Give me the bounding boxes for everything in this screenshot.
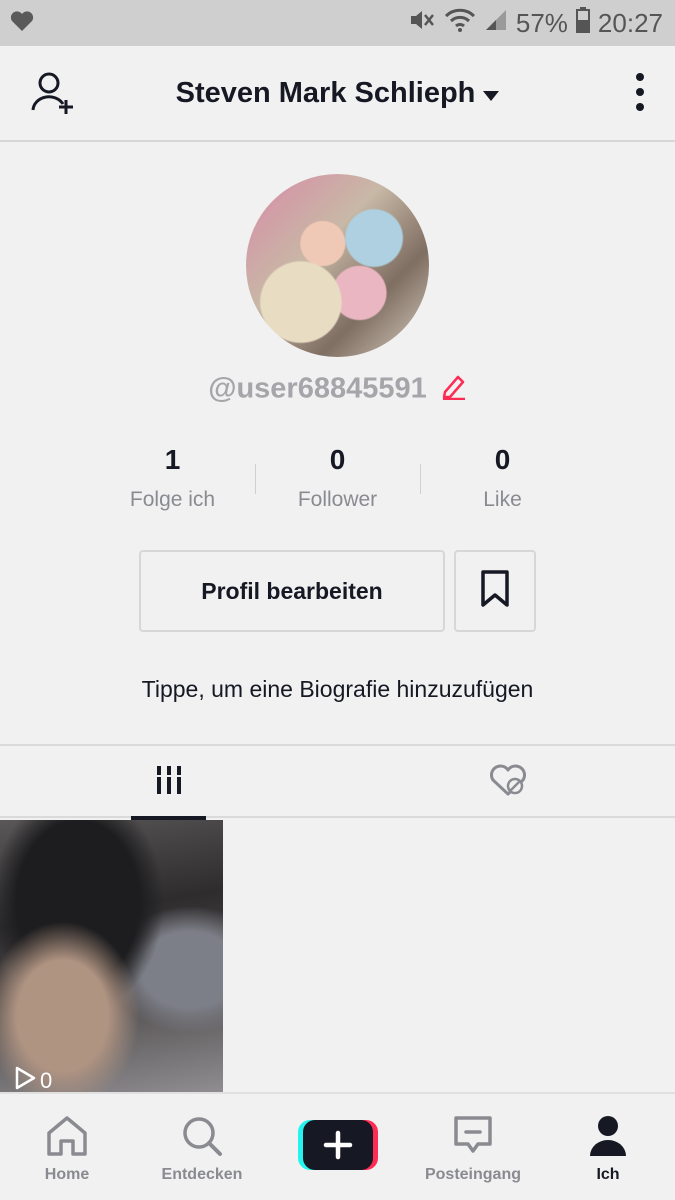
profile-header: Steven Mark Schlieph — [0, 46, 675, 142]
profile-stats: 1 Folge ich 0 Follower 0 Like — [90, 444, 585, 512]
stat-followers[interactable]: 0 Follower — [255, 444, 420, 512]
hidden-heart-icon — [488, 763, 528, 802]
mute-icon — [408, 7, 436, 40]
nav-discover[interactable]: Entdecken — [152, 1094, 252, 1200]
stat-value: 0 — [329, 444, 346, 475]
more-vertical-icon — [635, 73, 645, 116]
stat-following[interactable]: 1 Folge ich — [90, 444, 255, 512]
stat-value: 1 — [164, 444, 181, 475]
signal-icon — [484, 8, 508, 39]
stat-likes[interactable]: 0 Like — [420, 444, 585, 512]
grid-icon — [154, 765, 183, 800]
stat-label: Follower — [297, 488, 378, 511]
bottom-nav: Home Entdecken Posteingang Ich — [0, 1092, 675, 1200]
nav-home[interactable]: Home — [26, 1094, 108, 1200]
favorites-button[interactable] — [454, 550, 536, 632]
nav-label: Ich — [596, 1166, 620, 1183]
status-bar: 57% 20:27 — [0, 0, 675, 46]
play-icon — [14, 1066, 36, 1092]
nav-inbox[interactable]: Posteingang — [414, 1094, 532, 1200]
search-icon — [181, 1110, 223, 1162]
more-options-button[interactable] — [635, 72, 645, 117]
content-tabs — [0, 744, 675, 820]
username: @user68845591 — [208, 372, 427, 405]
bookmark-icon — [480, 569, 510, 613]
wifi-icon — [444, 7, 476, 40]
account-switcher[interactable]: Steven Mark Schlieph — [176, 77, 500, 110]
create-video-button[interactable] — [298, 1120, 378, 1170]
clock: 20:27 — [597, 7, 663, 38]
stat-value: 0 — [494, 444, 511, 475]
home-icon — [45, 1110, 89, 1162]
bio-prompt[interactable]: Tippe, um eine Biografie hinzuzufügen — [0, 676, 675, 703]
nav-label: Home — [44, 1166, 90, 1183]
add-friend-button[interactable] — [30, 70, 78, 121]
caret-down-icon — [483, 77, 500, 110]
battery-icon — [575, 6, 590, 40]
edit-pencil-icon[interactable] — [441, 372, 467, 408]
inbox-icon — [453, 1110, 493, 1162]
battery-percent: 57% — [515, 7, 568, 38]
view-count: 0 — [14, 1066, 52, 1092]
stat-label: Folge ich — [129, 488, 216, 511]
tab-videos[interactable] — [131, 746, 206, 820]
avatar[interactable] — [246, 174, 429, 357]
view-count-value: 0 — [40, 1068, 53, 1092]
heart-icon — [10, 10, 34, 37]
nav-label: Entdecken — [161, 1166, 243, 1183]
profile-icon — [589, 1110, 627, 1162]
nav-me[interactable]: Ich — [578, 1094, 638, 1200]
username-row: @user68845591 — [0, 372, 675, 408]
nav-label: Posteingang — [424, 1166, 521, 1183]
tab-liked-videos[interactable] — [470, 746, 545, 818]
stat-label: Like — [483, 488, 522, 511]
add-user-icon — [30, 72, 78, 120]
edit-profile-button[interactable]: Profil bearbeiten — [139, 550, 445, 632]
video-thumbnail[interactable]: 0 — [0, 820, 223, 1092]
plus-icon — [298, 1120, 378, 1174]
page-title: Steven Mark Schlieph — [175, 76, 476, 109]
